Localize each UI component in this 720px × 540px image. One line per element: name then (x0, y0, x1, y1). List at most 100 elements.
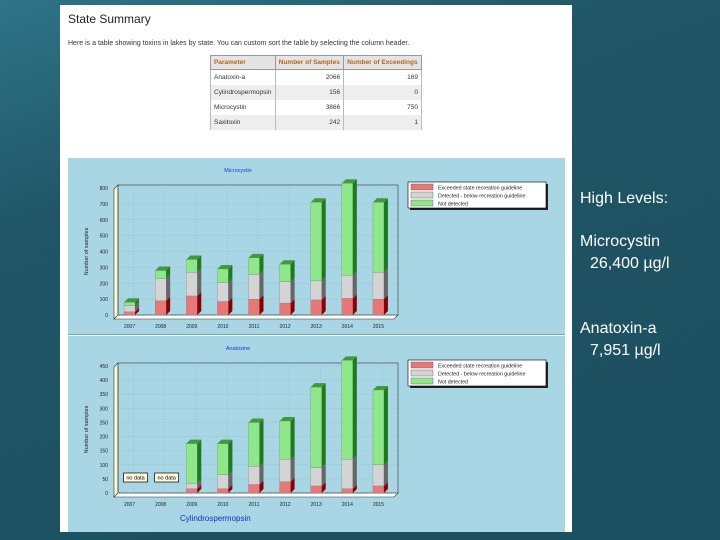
bar-segment (217, 474, 229, 489)
legend-label: Detected - below recreation guideline (438, 194, 526, 200)
bar-side (197, 268, 202, 296)
bar-segment (279, 458, 291, 482)
chart-title: Microcystin (224, 168, 252, 174)
side-item-value: 7,951 µg/l (590, 342, 661, 359)
legend-label: Exceeded state recreation guideline (438, 364, 522, 370)
bar-segment (217, 268, 229, 283)
floor (113, 314, 399, 320)
bar-segment (248, 274, 260, 300)
y-axis-label: Number of samples (84, 405, 90, 453)
bar-side (259, 418, 264, 467)
bar-segment (372, 298, 385, 316)
cell: Anatoxin-a (210, 69, 276, 85)
x-tick-label: 2011 (249, 324, 260, 330)
bar-segment (217, 488, 229, 494)
y-tick-label: 250 (100, 420, 109, 426)
y-axis-label: Number of samples (84, 227, 90, 275)
bar-side (352, 271, 357, 299)
bar-segment (186, 259, 198, 273)
y-tick-label: 0 (105, 491, 108, 497)
anatoxin-chart: Anatoxine 0 50 100 150 200 250 300 350 400 450 Numb… (84, 346, 548, 508)
legend-label: Exceeded state recreation guideline (438, 186, 522, 192)
cell: 1 (343, 115, 422, 130)
bar-segment (372, 485, 385, 494)
y-tick-label: 700 (100, 202, 109, 208)
x-tick-label: 2008 (155, 324, 166, 330)
y-tick-label: 600 (100, 218, 109, 224)
bar-segment (186, 271, 198, 297)
bar-side (383, 198, 388, 273)
cell: 242 (274, 115, 345, 130)
y-tick-label: 450 (100, 364, 109, 370)
bar-segment (341, 458, 353, 489)
x-tick-label: 2007 (124, 324, 135, 330)
x-tick-label: 2014 (342, 324, 353, 330)
y-tick-label: 50 (102, 477, 108, 483)
bar-segment (155, 278, 167, 301)
bar-segment (341, 183, 353, 276)
bar-segment (310, 299, 322, 316)
table-row: Cylindrospermopsin 156 0 (210, 85, 422, 100)
y-tick-label: 0 (105, 313, 108, 319)
y-tick-label: 400 (100, 378, 109, 384)
page-title: State Summary (68, 12, 151, 26)
bar-segment (310, 387, 322, 468)
bar-side (197, 439, 202, 484)
bar-segment (372, 389, 385, 465)
y-tick-label: 200 (100, 435, 109, 441)
bar-side (352, 179, 357, 276)
y-axis-wall (113, 184, 119, 320)
cell: 2066 (274, 69, 345, 85)
bar-segment (372, 464, 385, 487)
bar-segment (123, 305, 136, 312)
bar-side (321, 198, 326, 281)
cell: 156 (274, 85, 345, 100)
bar-segment (279, 281, 291, 304)
cell: Cylindrospermopsin (210, 85, 276, 100)
cell: 0 (343, 85, 422, 100)
y-tick-label: 100 (100, 463, 109, 469)
bar-segment (186, 443, 198, 484)
y-tick-label: 100 (100, 297, 109, 303)
bar-side (290, 455, 295, 482)
bar-segment (279, 481, 291, 494)
y-tick-label: 400 (100, 250, 109, 256)
bar-side (383, 460, 388, 486)
cell: 3866 (274, 100, 345, 115)
x-tick-label: 2009 (186, 502, 197, 508)
cell: Microcystin (210, 100, 276, 115)
bar-segment (341, 360, 353, 460)
bar-side (383, 268, 388, 300)
intro-text: Here is a table showing toxins in lakes … (68, 40, 410, 47)
x-tick-label: 2015 (373, 324, 384, 330)
bar-side (259, 270, 264, 300)
bar-side (352, 455, 357, 489)
x-tick-label: 2007 (124, 502, 135, 508)
bar-segment (341, 488, 353, 494)
legend-label: Detected - below recreation guideline (438, 372, 526, 378)
y-tick-label: 800 (100, 186, 109, 192)
column-header-exceedings[interactable]: Number of Exceedings (343, 55, 422, 70)
bar-segment (217, 443, 229, 475)
x-tick-label: 2013 (311, 324, 322, 330)
legend-swatch (410, 183, 434, 191)
column-header-samples[interactable]: Number of Samples (274, 55, 345, 70)
y-tick-label: 500 (100, 234, 109, 240)
legend-swatch (410, 191, 434, 199)
bar-segment (310, 467, 322, 487)
column-header-parameter[interactable]: Parameter (210, 55, 276, 70)
side-item-value: 26,400 µg/l (590, 255, 670, 272)
bar-segment (123, 302, 136, 306)
bar-segment (279, 420, 291, 460)
bar-segment (310, 485, 322, 494)
bar-side (290, 417, 295, 460)
x-tick-label: 2010 (217, 502, 228, 508)
legend-label: Not detected (438, 380, 468, 386)
cylindrospermopsin-chart-title: Cylindrospermopsin (178, 514, 253, 523)
legend-swatch (410, 377, 434, 385)
y-tick-label: 150 (100, 449, 109, 455)
chart-title: Anatoxine (226, 346, 250, 352)
bar-side (228, 278, 233, 302)
microcystin-chart-panel: Microcystin 0 100 200 300 400 500 600 700 800 Numb… (68, 158, 565, 335)
x-tick-label: 2012 (280, 324, 291, 330)
